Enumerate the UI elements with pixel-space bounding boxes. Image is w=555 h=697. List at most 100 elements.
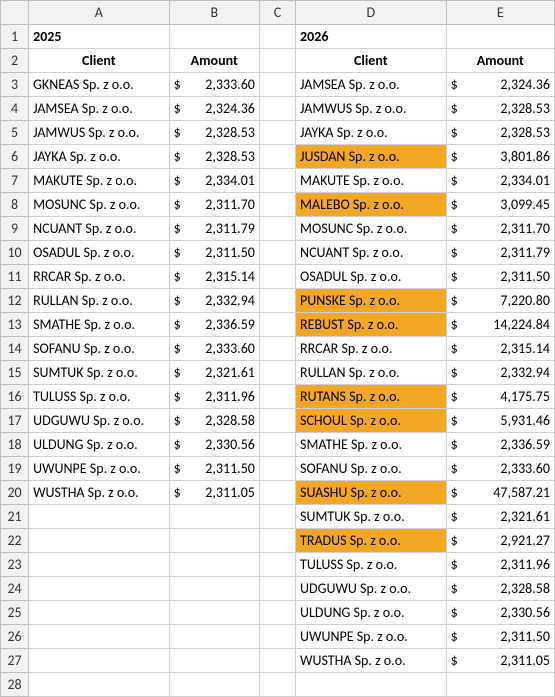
cell-D14[interactable]: RRCAR Sp. z o.o. xyxy=(296,337,447,361)
cell-C17[interactable] xyxy=(259,409,295,433)
cell-E26[interactable]: $2,311.50 xyxy=(446,625,554,649)
cell-B17[interactable]: $2,328.58 xyxy=(169,409,259,433)
cell-D8[interactable]: MALEBO Sp. z o.o. xyxy=(296,193,447,217)
cell-E19[interactable]: $2,333.60 xyxy=(446,457,554,481)
cell-E6[interactable]: $3,801.86 xyxy=(446,145,554,169)
cell-E23[interactable]: $2,311.96 xyxy=(446,553,554,577)
row-header-9[interactable]: 9 xyxy=(1,217,29,241)
row-header-11[interactable]: 11 xyxy=(1,265,29,289)
cell-C19[interactable] xyxy=(259,457,295,481)
cell-D21[interactable]: SUMTUK Sp. z o.o. xyxy=(296,505,447,529)
row-header-27[interactable]: 27 xyxy=(1,649,29,673)
cell-E21[interactable]: $2,321.61 xyxy=(446,505,554,529)
row-header-16[interactable]: 16 xyxy=(1,385,29,409)
row-header-6[interactable]: 6 xyxy=(1,145,29,169)
cell-C18[interactable] xyxy=(259,433,295,457)
cell-B5[interactable]: $2,328.53 xyxy=(169,121,259,145)
cell-D22[interactable]: TRADUS Sp. z o.o. xyxy=(296,529,447,553)
cell-A24[interactable] xyxy=(29,577,170,601)
cell-D27[interactable]: WUSTHA Sp. z o.o. xyxy=(296,649,447,673)
cell-A26[interactable] xyxy=(29,625,170,649)
header-amount-right[interactable]: Amount xyxy=(446,49,554,73)
row-header-4[interactable]: 4 xyxy=(1,97,29,121)
header-amount-left[interactable]: Amount xyxy=(169,49,259,73)
cell-B27[interactable] xyxy=(169,649,259,673)
cell-C28[interactable] xyxy=(259,673,295,697)
cell-D28[interactable] xyxy=(296,673,447,697)
row-header-19[interactable]: 19 xyxy=(1,457,29,481)
cell-E12[interactable]: $7,220.80 xyxy=(446,289,554,313)
cell-A28[interactable] xyxy=(29,673,170,697)
spreadsheet-grid[interactable]: ABCDE1202520262ClientAmountClientAmount3… xyxy=(0,0,555,697)
cell-C9[interactable] xyxy=(259,217,295,241)
cell-C11[interactable] xyxy=(259,265,295,289)
cell-A25[interactable] xyxy=(29,601,170,625)
cell-A4[interactable]: JAMSEA Sp. z o.o. xyxy=(29,97,170,121)
cell-A12[interactable]: RULLAN Sp. z o.o. xyxy=(29,289,170,313)
cell-C13[interactable] xyxy=(259,313,295,337)
row-header-17[interactable]: 17 xyxy=(1,409,29,433)
header-client-right[interactable]: Client xyxy=(296,49,447,73)
col-header-B[interactable]: B xyxy=(169,1,259,25)
header-client-left[interactable]: Client xyxy=(29,49,170,73)
cell-B11[interactable]: $2,315.14 xyxy=(169,265,259,289)
row-header-15[interactable]: 15 xyxy=(1,361,29,385)
cell-D13[interactable]: REBUST Sp. z o.o. xyxy=(296,313,447,337)
row-header-1[interactable]: 1 xyxy=(1,25,29,49)
cell-C27[interactable] xyxy=(259,649,295,673)
cell-D19[interactable]: SOFANU Sp. z o.o. xyxy=(296,457,447,481)
cell-A22[interactable] xyxy=(29,529,170,553)
cell-A18[interactable]: ULDUNG Sp. z o.o. xyxy=(29,433,170,457)
cell-A5[interactable]: JAMWUS Sp. z o.o. xyxy=(29,121,170,145)
row-header-26[interactable]: 26 xyxy=(1,625,29,649)
cell-C15[interactable] xyxy=(259,361,295,385)
cell-B14[interactable]: $2,333.60 xyxy=(169,337,259,361)
cell-D16[interactable]: RUTANS Sp. z o.o. xyxy=(296,385,447,409)
row-header-24[interactable]: 24 xyxy=(1,577,29,601)
row-header-12[interactable]: 12 xyxy=(1,289,29,313)
cell-B10[interactable]: $2,311.50 xyxy=(169,241,259,265)
cell-B7[interactable]: $2,334.01 xyxy=(169,169,259,193)
cell-E8[interactable]: $3,099.45 xyxy=(446,193,554,217)
row-header-28[interactable]: 28 xyxy=(1,673,29,697)
cell-B16[interactable]: $2,311.96 xyxy=(169,385,259,409)
cell-A17[interactable]: UDGUWU Sp. z o.o. xyxy=(29,409,170,433)
cell-C16[interactable] xyxy=(259,385,295,409)
cell-E7[interactable]: $2,334.01 xyxy=(446,169,554,193)
cell-B1[interactable] xyxy=(169,25,259,49)
cell-C8[interactable] xyxy=(259,193,295,217)
cell-D5[interactable]: JAYKA Sp. z o.o. xyxy=(296,121,447,145)
cell-C2[interactable] xyxy=(259,49,295,73)
row-header-8[interactable]: 8 xyxy=(1,193,29,217)
col-header-D[interactable]: D xyxy=(296,1,447,25)
cell-B19[interactable]: $2,311.50 xyxy=(169,457,259,481)
row-header-25[interactable]: 25 xyxy=(1,601,29,625)
cell-A8[interactable]: MOSUNC Sp. z o.o. xyxy=(29,193,170,217)
cell-A7[interactable]: MAKUTE Sp. z o.o. xyxy=(29,169,170,193)
cell-D20[interactable]: SUASHU Sp. z o.o. xyxy=(296,481,447,505)
cell-C25[interactable] xyxy=(259,601,295,625)
cell-B24[interactable] xyxy=(169,577,259,601)
cell-E24[interactable]: $2,328.58 xyxy=(446,577,554,601)
row-header-3[interactable]: 3 xyxy=(1,73,29,97)
cell-E4[interactable]: $2,328.53 xyxy=(446,97,554,121)
cell-E20[interactable]: $47,587.21 xyxy=(446,481,554,505)
cell-C5[interactable] xyxy=(259,121,295,145)
row-header-7[interactable]: 7 xyxy=(1,169,29,193)
cell-E28[interactable] xyxy=(446,673,554,697)
cell-A19[interactable]: UWUNPE Sp. z o.o. xyxy=(29,457,170,481)
cell-E11[interactable]: $2,311.50 xyxy=(446,265,554,289)
row-header-5[interactable]: 5 xyxy=(1,121,29,145)
cell-E22[interactable]: $2,921.27 xyxy=(446,529,554,553)
cell-A27[interactable] xyxy=(29,649,170,673)
cell-B18[interactable]: $2,330.56 xyxy=(169,433,259,457)
cell-C23[interactable] xyxy=(259,553,295,577)
cell-B28[interactable] xyxy=(169,673,259,697)
cell-C1[interactable] xyxy=(259,25,295,49)
cell-A14[interactable]: SOFANU Sp. z o.o. xyxy=(29,337,170,361)
cell-B8[interactable]: $2,311.70 xyxy=(169,193,259,217)
cell-D15[interactable]: RULLAN Sp. z o.o. xyxy=(296,361,447,385)
cell-B12[interactable]: $2,332.94 xyxy=(169,289,259,313)
cell-D17[interactable]: SCHOUL Sp. z o.o. xyxy=(296,409,447,433)
row-header-20[interactable]: 20 xyxy=(1,481,29,505)
